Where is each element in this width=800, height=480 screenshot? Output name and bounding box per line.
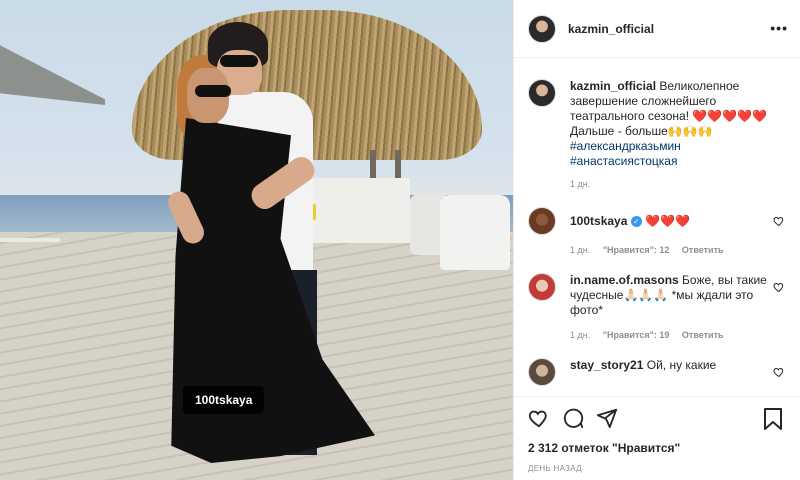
post-actions: 2 312 отметок "Нравится" ДЕНЬ НАЗАД [514, 396, 800, 480]
comment-item: stay_story21 Ой, ну какие [528, 358, 787, 386]
comment-text: Ой, ну какие [646, 358, 717, 372]
woman-sunglasses [195, 85, 231, 97]
verified-badge-icon: ✓ [630, 216, 642, 227]
user-tag[interactable]: 100tskaya [183, 386, 265, 414]
header-username[interactable]: kazmin_official [568, 22, 654, 36]
avatar[interactable] [528, 273, 556, 301]
comment-username[interactable]: stay_story21 [570, 358, 643, 372]
comment-text: ❤️❤️❤️ [645, 214, 690, 228]
likes-count[interactable]: 2 312 отметок "Нравится" [528, 441, 787, 455]
avatar[interactable] [528, 207, 556, 235]
comment-likes[interactable]: "Нравится": 12 [603, 245, 670, 255]
share-plane-icon[interactable] [596, 407, 618, 429]
comment-time[interactable]: 1 дн. [570, 245, 590, 255]
comment-item: in.name.of.masons Боже, вы такие чудесны… [528, 273, 787, 318]
comment-item: 100tskaya ✓ ❤️❤️❤️ [528, 207, 787, 235]
heart-icon[interactable] [773, 281, 785, 293]
hashtag-link[interactable]: #анастасиястоцкая [570, 154, 775, 169]
chair [440, 195, 510, 270]
avatar[interactable] [528, 14, 556, 43]
comment-time[interactable]: 1 дн. [570, 330, 590, 340]
caption: kazmin_official Великолепное завершение … [528, 79, 787, 169]
avatar[interactable] [528, 79, 556, 107]
umbrella-left [0, 35, 105, 105]
comment-username[interactable]: 100tskaya [570, 214, 627, 228]
reply-button[interactable]: Ответить [682, 245, 724, 255]
bookmark-icon[interactable] [763, 407, 783, 431]
caption-username[interactable]: kazmin_official [570, 79, 656, 93]
comment-meta: 1 дн. "Нравится": 12 Ответить [570, 245, 787, 255]
post-photo[interactable]: 100tskaya [0, 0, 513, 480]
caption-meta: 1 дн. [570, 179, 787, 189]
reply-button[interactable]: Ответить [682, 330, 724, 340]
like-heart-icon[interactable] [528, 407, 550, 429]
hashtag-link[interactable]: #александрказьмин [570, 139, 775, 154]
table-left [0, 238, 60, 293]
comment-bubble-icon[interactable] [562, 407, 584, 429]
post-header: kazmin_official ••• [514, 0, 800, 58]
heart-icon[interactable] [773, 215, 785, 227]
heart-icon[interactable] [773, 366, 785, 378]
comment-likes[interactable]: "Нравится": 19 [603, 330, 670, 340]
comment-username[interactable]: in.name.of.masons [570, 273, 679, 287]
post-date: ДЕНЬ НАЗАД [528, 464, 582, 473]
caption-time[interactable]: 1 дн. [570, 179, 590, 189]
man-sunglasses [220, 55, 258, 67]
bar-counter [300, 178, 410, 243]
ellipsis-icon[interactable]: ••• [770, 20, 788, 36]
avatar[interactable] [528, 358, 556, 386]
instagram-post-view: 100tskaya kazmin_official ••• kazmin_off… [0, 0, 800, 480]
comments-list: kazmin_official Великолепное завершение … [514, 59, 800, 396]
comment-meta: 1 дн. "Нравится": 19 Ответить [570, 330, 787, 340]
post-side-panel: kazmin_official ••• kazmin_official Вели… [513, 0, 800, 480]
